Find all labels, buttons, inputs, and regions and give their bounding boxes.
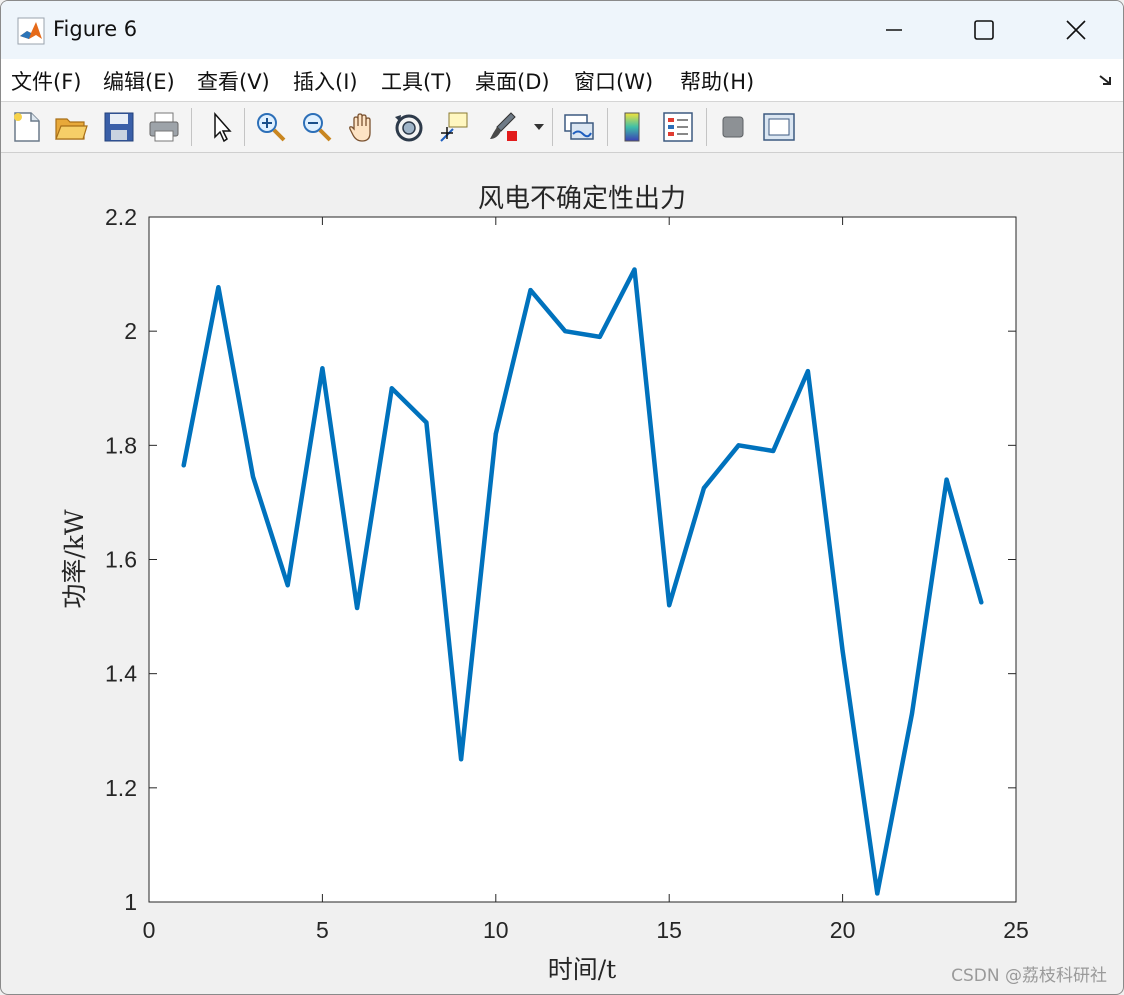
data-point <box>944 477 949 482</box>
y-tick-label: 1 <box>124 889 137 915</box>
data-point <box>563 329 568 334</box>
menu-desktop[interactable]: 桌面(D) <box>475 66 550 96</box>
y-tick-label: 2 <box>124 318 137 344</box>
new-figure-icon[interactable] <box>9 109 45 145</box>
data-point <box>355 606 360 611</box>
toolbar-separator <box>191 108 192 146</box>
data-point <box>181 463 186 468</box>
x-tick-label: 10 <box>483 917 509 943</box>
figure-window: Figure 6 文件(F) 编辑(E) 查看(V) 插入(I) 工具(T) 桌… <box>0 0 1124 995</box>
data-point <box>251 474 256 479</box>
close-button[interactable] <box>1031 1 1121 59</box>
data-point <box>909 711 914 716</box>
menu-help[interactable]: 帮助(H) <box>680 66 754 96</box>
menu-view[interactable]: 查看(V) <box>197 66 270 96</box>
link-plot-icon[interactable] <box>561 109 597 145</box>
x-tick-label: 20 <box>830 917 856 943</box>
data-point <box>979 600 984 605</box>
legend-icon[interactable] <box>660 109 696 145</box>
data-point <box>736 443 741 448</box>
menu-bar: 文件(F) 编辑(E) 查看(V) 插入(I) 工具(T) 桌面(D) 窗口(W… <box>1 59 1123 102</box>
data-point <box>528 288 533 293</box>
toolbar-separator <box>607 108 608 146</box>
save-icon[interactable] <box>101 109 137 145</box>
data-point <box>320 366 325 371</box>
matlab-logo-icon <box>17 17 45 45</box>
plot-area: 1 1.2 1.4 1.6 1.8 2 2.2 0 5 10 15 20 25 风电不确定性出力 时间… <box>1 153 1124 995</box>
select-arrow-icon[interactable] <box>203 109 239 145</box>
close-icon <box>1066 20 1086 40</box>
minimize-icon <box>886 29 902 31</box>
data-point <box>597 334 602 339</box>
x-axis-label: 时间/t <box>548 955 616 984</box>
data-point <box>285 583 290 588</box>
data-point <box>632 267 637 272</box>
data-point <box>805 369 810 374</box>
menu-tools[interactable]: 工具(T) <box>381 66 452 96</box>
y-axis-label: 功率/kW <box>60 509 89 609</box>
toolbar-separator <box>244 108 245 146</box>
toolbar <box>1 102 1123 153</box>
menu-file[interactable]: 文件(F) <box>11 66 81 96</box>
maximize-button[interactable] <box>939 1 1029 59</box>
chart-title: 风电不确定性出力 <box>478 184 686 214</box>
data-point <box>424 420 429 425</box>
x-tick-label: 0 <box>143 917 156 943</box>
pan-hand-icon[interactable] <box>345 109 381 145</box>
x-tick-label: 15 <box>656 917 682 943</box>
y-tick-label: 1.2 <box>105 775 137 801</box>
data-point <box>216 285 221 290</box>
window-title: Figure 6 <box>53 17 138 41</box>
rotate-3d-icon[interactable] <box>391 109 427 145</box>
menu-edit[interactable]: 编辑(E) <box>103 66 175 96</box>
watermark: CSDN @荔枝科研社 <box>951 966 1107 986</box>
title-bar: Figure 6 <box>1 1 1123 59</box>
zoom-out-icon[interactable] <box>299 109 335 145</box>
maximize-icon <box>974 20 994 40</box>
y-tick-label: 1.6 <box>105 547 137 573</box>
dock-arrow-icon[interactable] <box>1097 71 1115 89</box>
data-cursor-icon[interactable] <box>437 109 473 145</box>
toolbar-separator <box>706 108 707 146</box>
data-point <box>459 757 464 762</box>
brush-icon[interactable] <box>485 109 521 145</box>
data-point <box>701 486 706 491</box>
chevron-down-icon[interactable] <box>533 122 545 132</box>
x-tick-label: 25 <box>1003 917 1029 943</box>
y-tick-label: 1.8 <box>105 432 137 458</box>
zoom-in-icon[interactable] <box>253 109 289 145</box>
x-tick-label: 5 <box>316 917 329 943</box>
data-point <box>875 891 880 896</box>
y-tick-label: 1.4 <box>105 661 137 687</box>
open-file-icon[interactable] <box>53 109 89 145</box>
show-plot-tools-icon[interactable] <box>761 109 797 145</box>
hide-plot-tools-icon[interactable] <box>715 109 751 145</box>
data-point <box>389 386 394 391</box>
print-icon[interactable] <box>146 109 182 145</box>
menu-window[interactable]: 窗口(W) <box>574 66 653 96</box>
data-point <box>771 449 776 454</box>
line-chart[interactable]: 1 1.2 1.4 1.6 1.8 2 2.2 0 5 10 15 20 25 风电不确定性出力 时间… <box>1 153 1124 995</box>
minimize-button[interactable] <box>849 1 939 59</box>
toolbar-separator <box>552 108 553 146</box>
colorbar-icon[interactable] <box>615 109 651 145</box>
y-tick-label: 2.2 <box>105 204 137 230</box>
data-point <box>667 603 672 608</box>
menu-insert[interactable]: 插入(I) <box>293 66 358 96</box>
data-point <box>840 648 845 653</box>
data-point <box>493 431 498 436</box>
